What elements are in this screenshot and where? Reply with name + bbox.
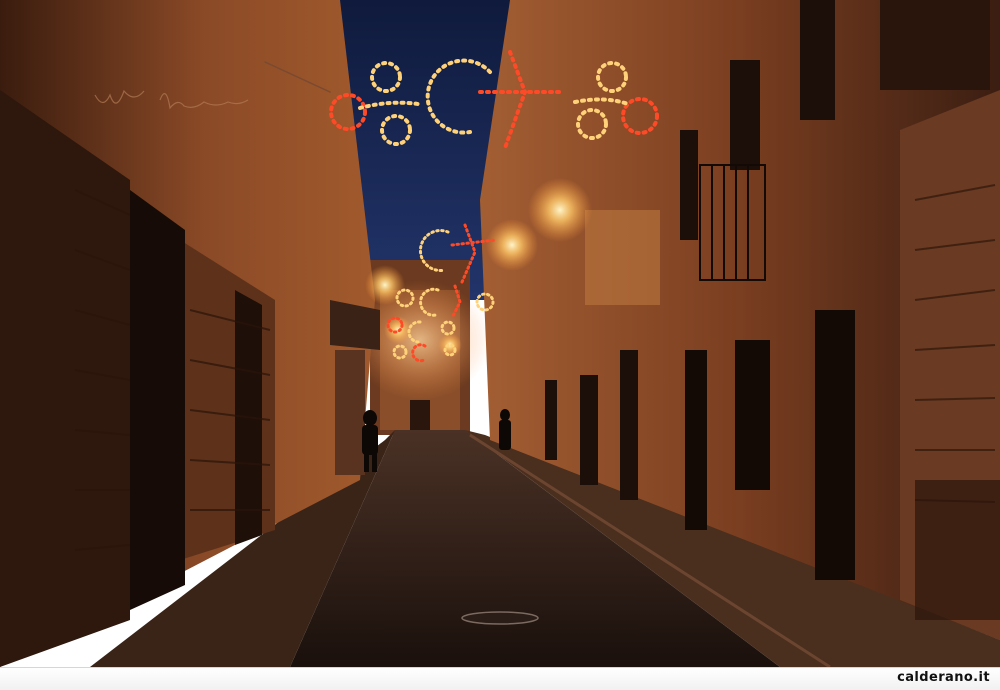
manhole-cover xyxy=(461,611,539,625)
photo-frame: calderano.it xyxy=(0,0,1000,690)
street-scene-photo xyxy=(0,0,1000,667)
caption-bar: calderano.it xyxy=(0,667,1000,690)
site-watermark: calderano.it xyxy=(897,670,990,685)
